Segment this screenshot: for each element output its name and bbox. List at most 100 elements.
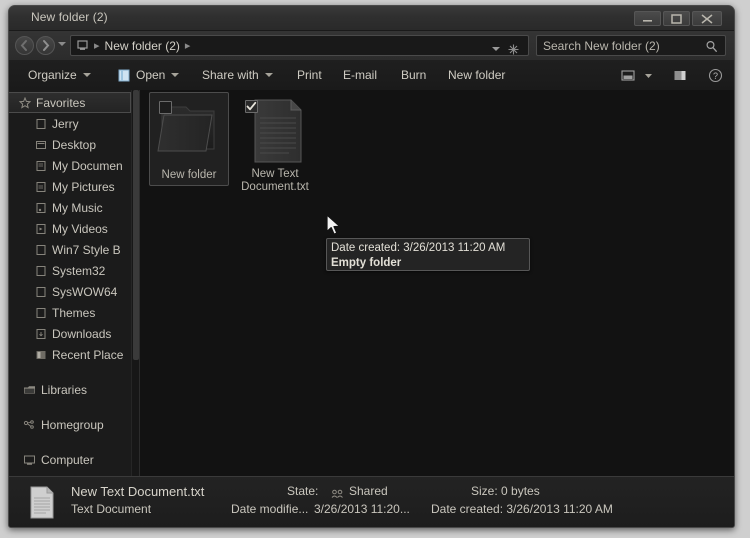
sidebar-item-libraries[interactable]: Libraries <box>9 379 131 400</box>
navigation-scrollbar-thumb[interactable] <box>133 90 139 360</box>
sidebar-item-recent-places[interactable]: Recent Place <box>9 344 131 365</box>
computer-icon <box>76 39 89 52</box>
sidebar-item-jerry[interactable]: Jerry <box>9 113 131 134</box>
breadcrumb-separator-2[interactable]: ▸ <box>180 39 196 52</box>
print-button[interactable]: Print <box>290 60 329 90</box>
documents-folder-icon <box>35 160 47 172</box>
change-view-icon[interactable] <box>616 69 641 82</box>
maximize-button[interactable] <box>663 11 690 26</box>
breadcrumb-current[interactable]: New folder (2) <box>105 39 180 53</box>
file-item-new-text-document[interactable]: New Text Document.txt <box>235 92 315 197</box>
new-folder-button[interactable]: New folder <box>441 60 512 90</box>
window-title: New folder (2) <box>31 10 108 24</box>
sidebar-item-themes[interactable]: Themes <box>9 302 131 323</box>
details-file-icon <box>29 486 55 524</box>
explorer-window: New folder (2) ▸ New folder (2) ▸ Search… <box>8 5 735 528</box>
folder-thumbnail <box>156 99 222 167</box>
sidebar-label: System32 <box>52 263 106 278</box>
sidebar-item-my-pictures[interactable]: My Pictures <box>9 176 131 197</box>
help-icon[interactable]: ? <box>703 68 728 83</box>
sidebar-item-computer[interactable]: Computer <box>9 449 131 470</box>
details-size: Size: 0 bytes <box>471 484 540 498</box>
maximize-icon <box>671 14 682 24</box>
search-input[interactable]: Search New folder (2) <box>536 35 726 56</box>
folder-icon <box>35 307 47 319</box>
details-modified-label: Date modifie... <box>231 502 309 516</box>
recent-pages-dropdown-icon[interactable] <box>58 42 66 46</box>
email-label: E-mail <box>343 68 378 82</box>
explorer-body: Favorites Jerry Desktop My Documen My Pi… <box>9 90 734 476</box>
navigation-scrollbar[interactable] <box>131 90 139 476</box>
details-modified-value: 3/26/2013 11:20... <box>314 502 410 516</box>
recent-places-icon <box>35 349 47 361</box>
desktop-icon <box>35 139 47 151</box>
sidebar-label: SysWOW64 <box>52 284 118 299</box>
change-view-dropdown-icon[interactable] <box>643 69 656 82</box>
sidebar-label: Desktop <box>52 137 97 152</box>
refresh-icon[interactable] <box>507 43 520 61</box>
sidebar-label-libraries: Libraries <box>41 382 88 397</box>
breadcrumb-separator-1: ▸ <box>94 40 100 52</box>
details-file-name: New Text Document.txt <box>71 484 205 499</box>
email-button[interactable]: E-mail <box>336 60 384 90</box>
pictures-folder-icon <box>35 181 47 193</box>
toolbar-right-group: ? <box>614 60 728 90</box>
sidebar-label: Jerry <box>52 116 79 131</box>
minimize-button[interactable] <box>634 11 661 26</box>
sidebar-item-homegroup[interactable]: Homegroup <box>9 414 131 435</box>
share-with-button[interactable]: Share with <box>195 60 280 90</box>
open-button[interactable]: Open <box>111 60 186 90</box>
sidebar-label-favorites: Favorites <box>36 95 86 110</box>
chevron-down-icon <box>82 73 91 77</box>
chevron-left-icon <box>20 40 27 51</box>
file-tooltip: Date created: 3/26/2013 11:20 AM Empty f… <box>326 238 530 271</box>
preview-pane-icon[interactable] <box>668 69 693 82</box>
sidebar-label: Win7 Style B <box>52 242 121 257</box>
address-dropdown-icon[interactable] <box>492 47 500 51</box>
computer-icon <box>23 454 36 466</box>
file-item-new-folder[interactable]: New folder <box>149 92 229 186</box>
back-button[interactable] <box>15 36 34 55</box>
sidebar-label: Themes <box>52 305 96 320</box>
sidebar-item-my-documents[interactable]: My Documen <box>9 155 131 176</box>
details-file-type: Text Document <box>71 502 152 516</box>
libraries-icon <box>23 384 36 396</box>
sidebar-item-win7-style-b[interactable]: Win7 Style B <box>9 239 131 260</box>
details-state-label: State: <box>287 484 319 498</box>
forward-button[interactable] <box>36 36 55 55</box>
burn-button[interactable]: Burn <box>394 60 433 90</box>
sidebar-label: My Documen <box>52 158 123 173</box>
music-folder-icon <box>35 202 47 214</box>
sidebar-label: My Videos <box>52 221 108 236</box>
checkmark-icon <box>246 101 257 111</box>
navigation-list: Favorites Jerry Desktop My Documen My Pi… <box>9 90 131 476</box>
homegroup-icon <box>23 419 36 431</box>
close-icon <box>701 14 713 24</box>
svg-text:?: ? <box>713 71 718 81</box>
file-list-view[interactable]: New folder New Text Document.txt Date cr… <box>140 90 734 476</box>
address-bar[interactable]: ▸ New folder (2) ▸ <box>70 35 529 56</box>
organize-button[interactable]: Organize <box>21 60 98 90</box>
sidebar-item-system32[interactable]: System32 <box>9 260 131 281</box>
chevron-down-icon <box>264 73 273 77</box>
details-pane: New Text Document.txt Text Document Stat… <box>9 476 734 527</box>
minimize-icon <box>643 20 652 22</box>
tooltip-line-empty-folder: Empty folder <box>331 257 402 269</box>
title-bar: New folder (2) <box>9 6 734 31</box>
folder-checkbox[interactable] <box>159 101 172 114</box>
close-button[interactable] <box>692 11 722 26</box>
sidebar-item-downloads[interactable]: Downloads <box>9 323 131 344</box>
file-checkbox[interactable] <box>245 100 258 113</box>
sidebar-item-my-videos[interactable]: My Videos <box>9 218 131 239</box>
downloads-folder-icon <box>35 328 47 340</box>
file-name-label: New Text Document.txt <box>241 168 309 193</box>
sidebar-item-my-music[interactable]: My Music <box>9 197 131 218</box>
cursor-arrow-icon <box>326 214 341 235</box>
sidebar-item-desktop[interactable]: Desktop <box>9 134 131 155</box>
navigation-pane: Favorites Jerry Desktop My Documen My Pi… <box>9 90 140 476</box>
sidebar-item-favorites[interactable]: Favorites <box>9 92 131 113</box>
folder-icon <box>35 244 47 256</box>
chevron-right-icon <box>43 40 50 51</box>
sidebar-item-syswow64[interactable]: SysWOW64 <box>9 281 131 302</box>
